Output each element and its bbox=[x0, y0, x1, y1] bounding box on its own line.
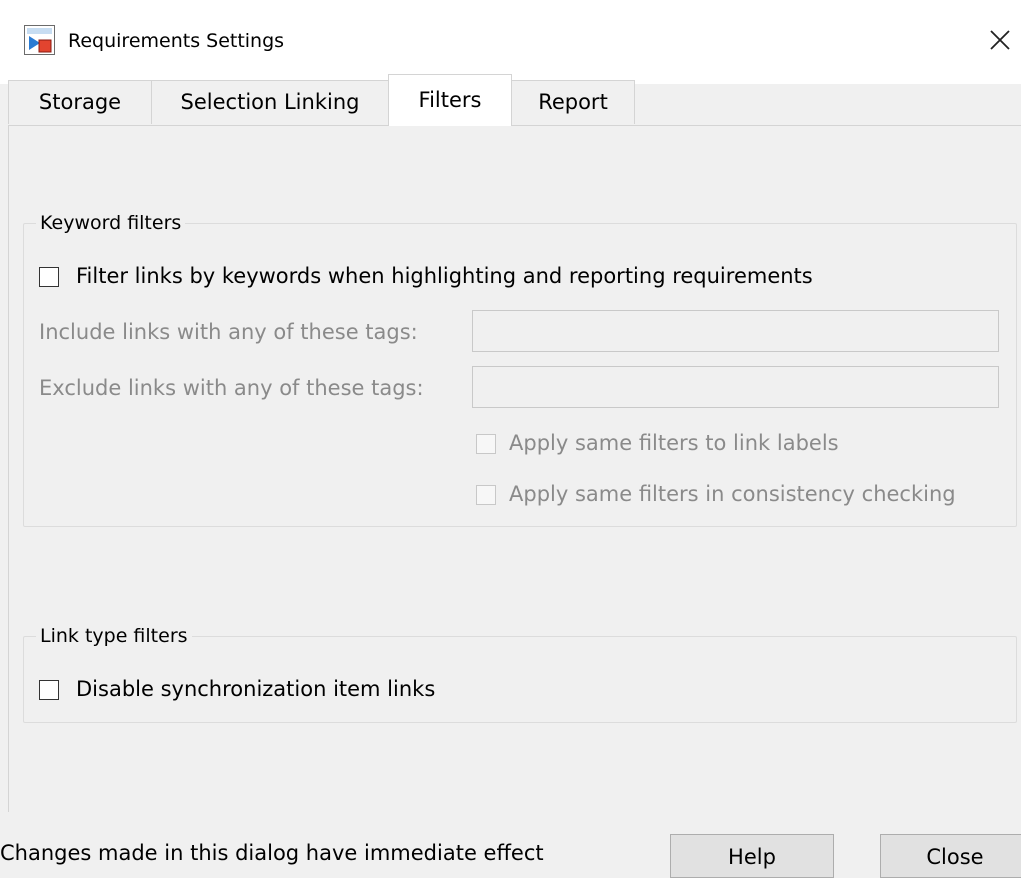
close-icon[interactable] bbox=[985, 25, 1015, 55]
keyword-filters-group: Keyword filters Filter links by keywords… bbox=[23, 209, 1017, 527]
apply-consistency-checkbox[interactable] bbox=[476, 485, 496, 505]
keyword-filters-legend: Keyword filters bbox=[36, 209, 186, 237]
tab-selection-linking[interactable]: Selection Linking bbox=[151, 80, 389, 124]
filter-by-keywords-label: Filter links by keywords when highlighti… bbox=[76, 264, 813, 288]
status-message: Changes made in this dialog have immedia… bbox=[0, 841, 544, 865]
include-tags-label: Include links with any of these tags: bbox=[39, 320, 418, 344]
disable-sync-links-label: Disable synchronization item links bbox=[76, 677, 436, 701]
exclude-tags-label: Exclude links with any of these tags: bbox=[39, 376, 424, 400]
close-button[interactable]: Close bbox=[880, 834, 1021, 878]
apply-consistency-label: Apply same filters in consistency checki… bbox=[509, 482, 956, 506]
link-type-filters-group: Link type filters Disable synchronizatio… bbox=[23, 622, 1017, 723]
help-button[interactable]: Help bbox=[670, 834, 834, 878]
link-type-filters-legend: Link type filters bbox=[36, 622, 192, 650]
tab-storage[interactable]: Storage bbox=[8, 80, 152, 124]
disable-sync-links-checkbox[interactable] bbox=[39, 680, 59, 700]
apply-to-link-labels-checkbox[interactable] bbox=[476, 434, 496, 454]
title-bar: Requirements Settings bbox=[0, 0, 1021, 84]
tab-filters[interactable]: Filters bbox=[388, 74, 512, 126]
tab-report[interactable]: Report bbox=[511, 80, 635, 124]
apply-to-link-labels-label: Apply same filters to link labels bbox=[509, 431, 839, 455]
filters-tab-panel: Keyword filters Filter links by keywords… bbox=[8, 125, 1021, 812]
filter-by-keywords-checkbox[interactable] bbox=[39, 267, 59, 287]
window-title: Requirements Settings bbox=[68, 30, 285, 52]
include-tags-input[interactable] bbox=[472, 310, 999, 352]
simulink-model-icon bbox=[24, 25, 55, 55]
exclude-tags-input[interactable] bbox=[472, 366, 999, 408]
tab-strip: Storage Selection Linking Filters Report bbox=[0, 74, 1021, 126]
